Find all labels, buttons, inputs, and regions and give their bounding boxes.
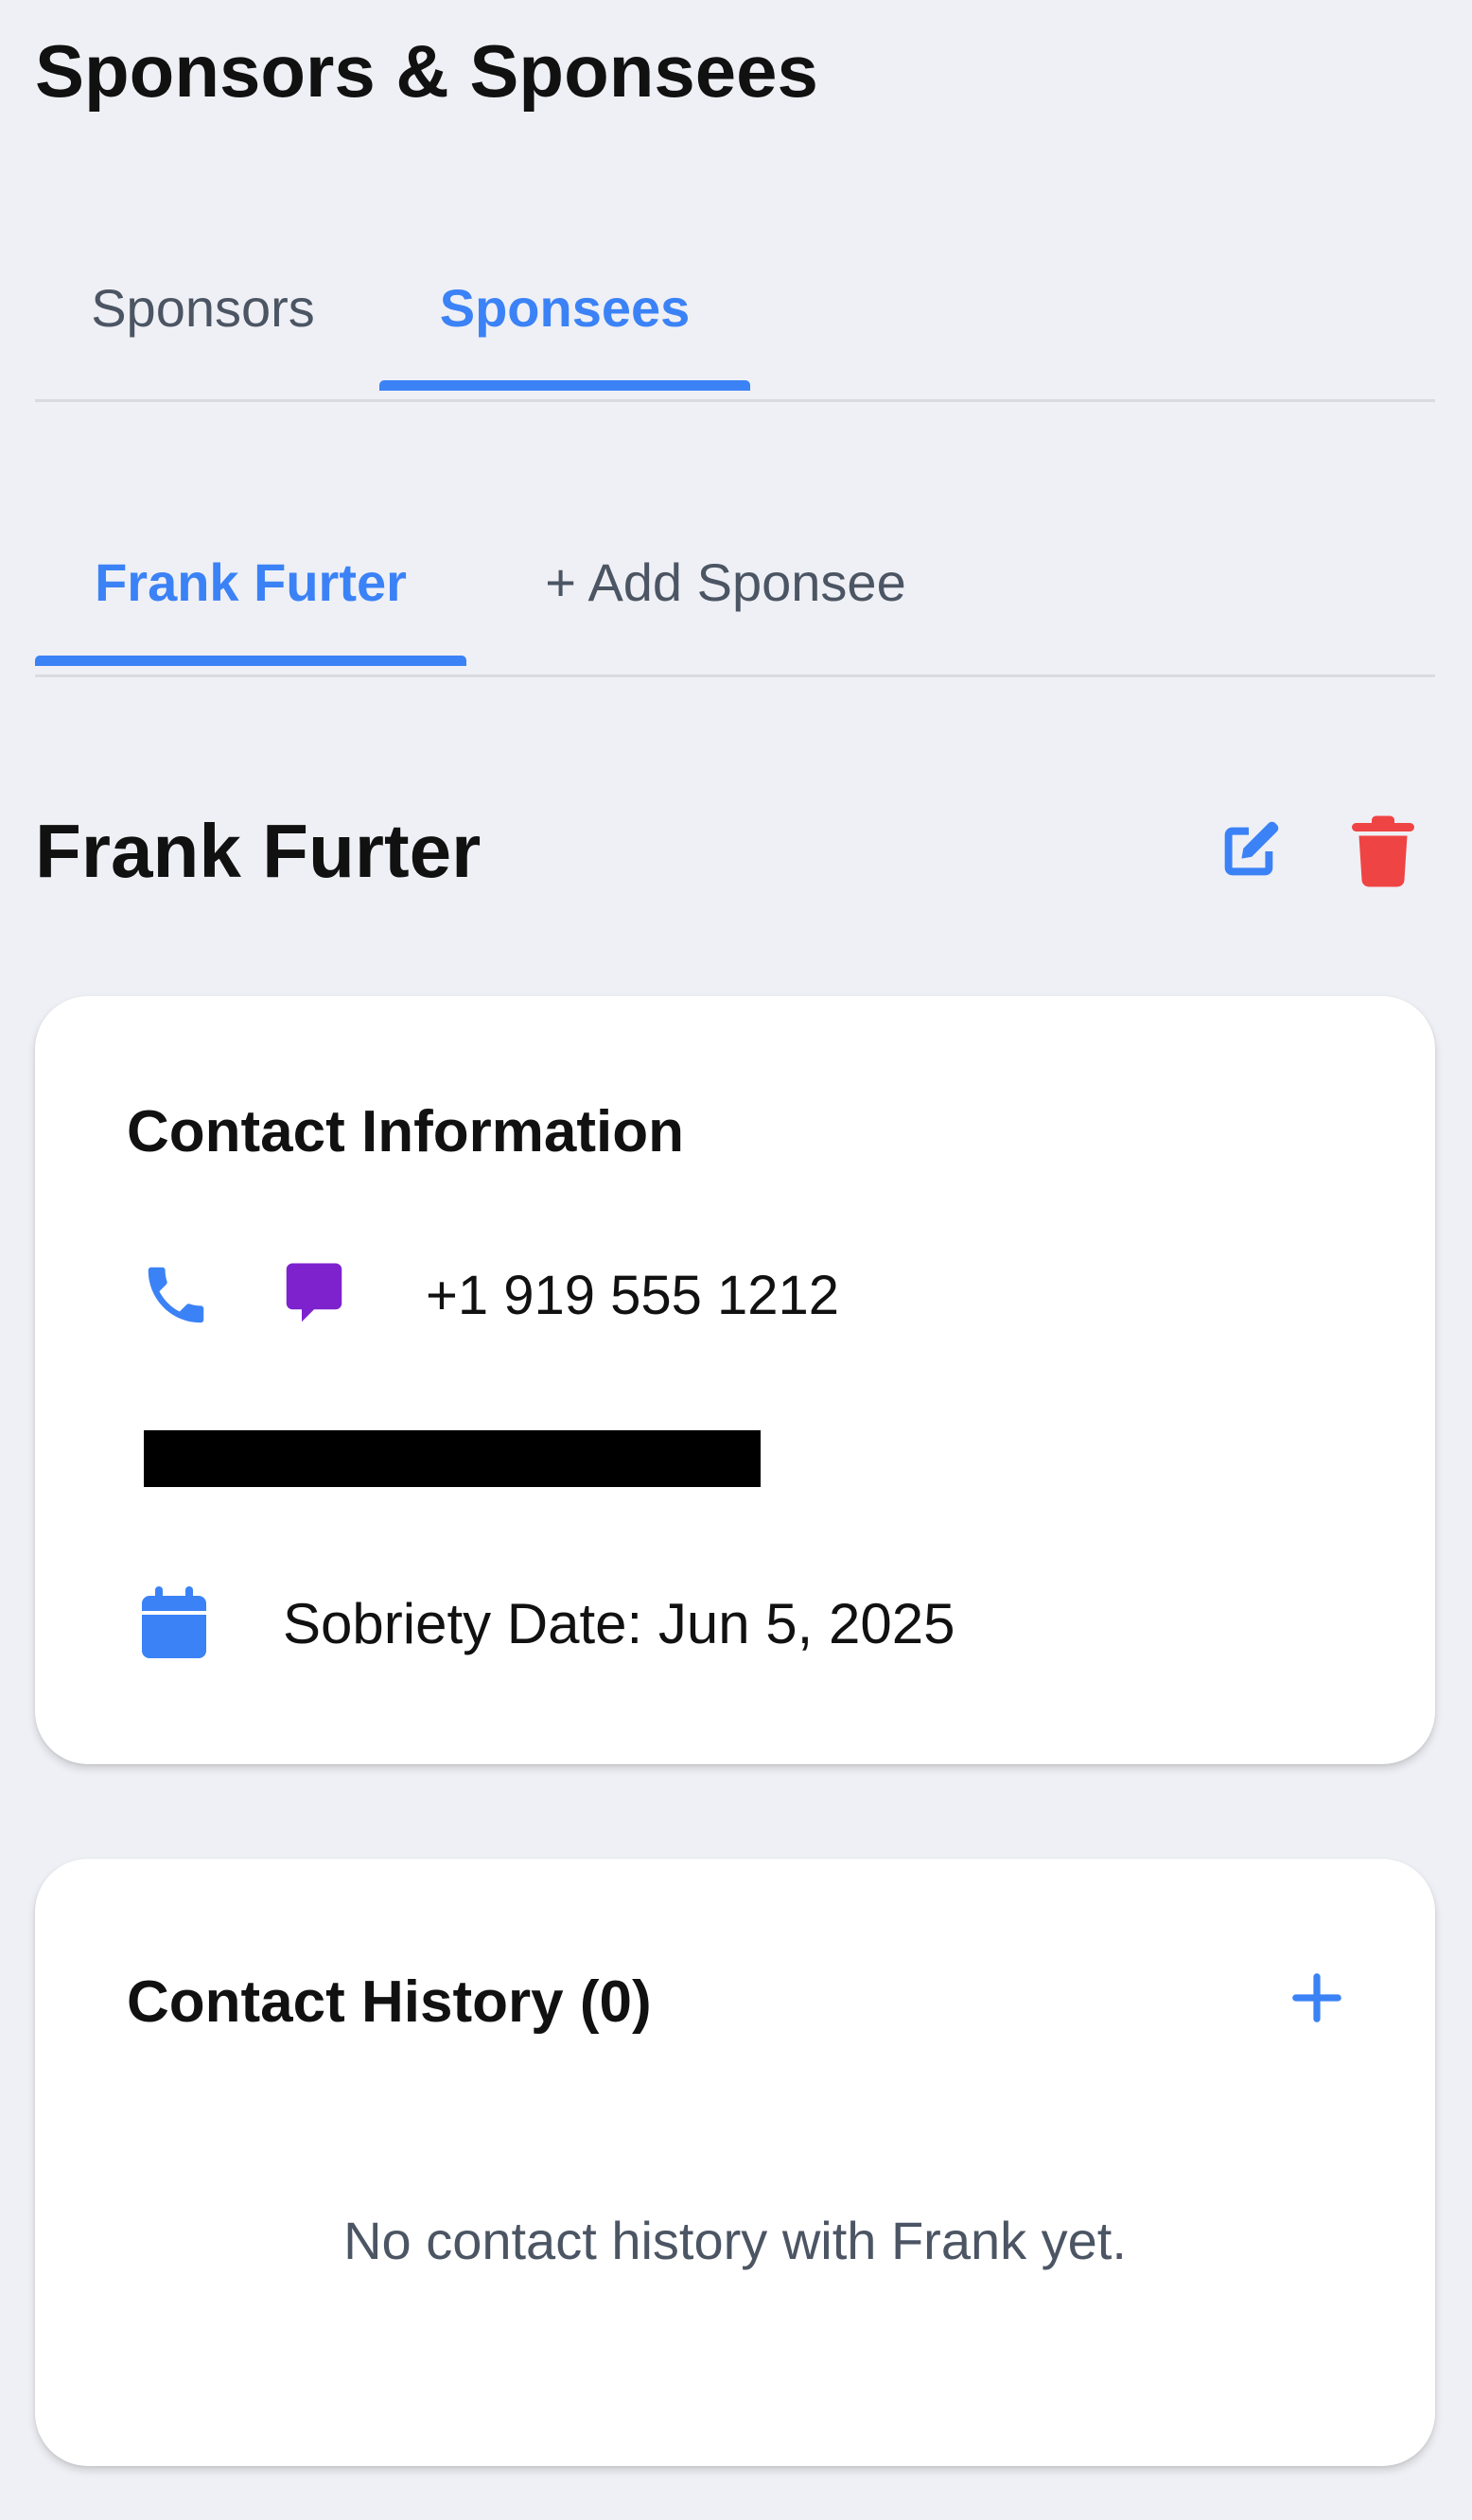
sponsee-tab-bar: Frank Furter + Add Sponsee xyxy=(35,501,1435,677)
message-button[interactable] xyxy=(277,1257,351,1331)
message-icon xyxy=(286,1263,342,1322)
tab-sponsees[interactable]: Sponsees xyxy=(379,227,750,391)
sobriety-date: Sobriety Date: Jun 5, 2025 xyxy=(283,1592,955,1655)
add-sponsee-label: + Add Sponsee xyxy=(545,552,906,612)
contact-history-card: Contact History (0) No contact history w… xyxy=(35,1859,1435,2466)
tab-sponsee-frank-furter[interactable]: Frank Furter xyxy=(35,501,466,666)
phone-number: +1 919 555 1212 xyxy=(426,1265,840,1326)
edit-button[interactable] xyxy=(1211,812,1287,891)
call-button[interactable] xyxy=(139,1258,213,1332)
plus-icon xyxy=(1292,1973,1341,2022)
trash-icon xyxy=(1352,815,1414,887)
contact-history-title: Contact History (0) xyxy=(127,1969,652,2035)
calendar-icon xyxy=(142,1586,206,1658)
tab-sponsee-label: Frank Furter xyxy=(95,552,407,612)
active-tab-indicator xyxy=(35,656,466,666)
delete-button[interactable] xyxy=(1348,812,1418,891)
redacted-field xyxy=(144,1430,761,1487)
primary-tab-bar: Sponsors Sponsees xyxy=(35,227,1435,402)
add-contact-history-button[interactable] xyxy=(1255,1936,1378,2059)
contact-information-title: Contact Information xyxy=(127,1099,684,1164)
active-tab-indicator xyxy=(379,380,750,391)
add-sponsee-tab[interactable]: + Add Sponsee xyxy=(508,501,943,663)
tab-sponsors-label: Sponsors xyxy=(91,277,315,338)
page-title: Sponsors & Sponsees xyxy=(35,29,818,113)
tab-sponsees-label: Sponsees xyxy=(439,277,691,338)
tab-sponsors[interactable]: Sponsors xyxy=(78,227,328,388)
calendar-icon-wrapper xyxy=(142,1586,206,1658)
edit-icon xyxy=(1224,821,1279,876)
phone-icon xyxy=(148,1267,204,1323)
empty-history-message: No contact history with Frank yet. xyxy=(343,2211,1127,2270)
sponsee-name-heading: Frank Furter xyxy=(35,809,482,893)
contact-information-card: Contact Information +1 919 555 1212 Sobr… xyxy=(35,996,1435,1764)
